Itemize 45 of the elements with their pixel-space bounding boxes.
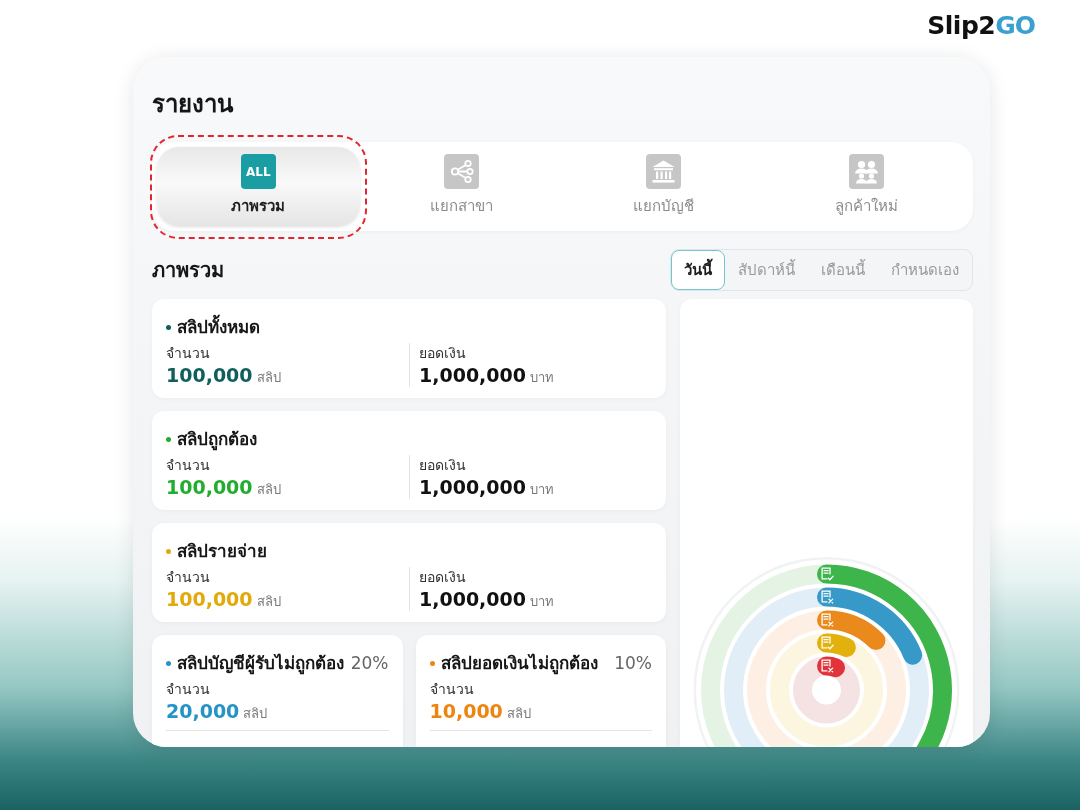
section-title: ภาพรวม bbox=[152, 257, 224, 284]
stat-label: จำนวน bbox=[166, 344, 210, 363]
stat-label: จำนวน bbox=[166, 456, 210, 475]
card-title: สลิปรายจ่าย bbox=[177, 540, 267, 563]
people-icon bbox=[849, 154, 885, 189]
period-tab[interactable]: เดือนนี้ bbox=[808, 250, 878, 290]
percent-label: 20% bbox=[350, 652, 389, 675]
page-title: รายงาน bbox=[152, 89, 233, 120]
tab[interactable]: ลูกค้าใหม่ bbox=[765, 147, 968, 226]
stat-label: ยอดเงิน bbox=[419, 456, 466, 475]
card-title: สลิปบัญชีผู้รับไม่ถูกต้อง bbox=[177, 652, 344, 675]
period-tab[interactable]: กำหนดเอง bbox=[878, 250, 972, 290]
stat-value: 20,000 bbox=[166, 699, 240, 723]
unit-label: บาท bbox=[530, 369, 554, 387]
unit-label: สลิป bbox=[256, 593, 281, 611]
stat-value: 1,000,000 bbox=[419, 475, 526, 499]
stat-label: จำนวน bbox=[429, 680, 474, 699]
stat-value: 100,000 bbox=[166, 363, 253, 387]
bank-icon bbox=[646, 154, 682, 189]
card-title: สลิปยอดเงินไม่ถูกต้อง bbox=[440, 652, 598, 675]
card-title: สลิปถูกต้อง bbox=[177, 428, 257, 451]
unit-label: สลิป bbox=[243, 705, 268, 723]
stat-label: ยอดเงิน bbox=[419, 568, 466, 587]
stat-label: จำนวน bbox=[166, 568, 210, 587]
unit-label: บาท bbox=[530, 593, 554, 611]
brand-logo: Slip2GO bbox=[927, 10, 1035, 41]
stat-label: ยอดเงิน bbox=[419, 344, 466, 363]
unit-label: สลิป bbox=[256, 481, 281, 499]
card-title: สลิปทั้งหมด bbox=[177, 315, 260, 339]
unit-label: บาท bbox=[530, 481, 554, 499]
unit-label: สลิป bbox=[506, 705, 531, 723]
tab[interactable]: แยกสาขา bbox=[359, 147, 563, 226]
period-tab[interactable]: วันนี้ bbox=[671, 250, 725, 290]
branch-nodes-icon bbox=[443, 154, 479, 189]
all-badge: ALL bbox=[240, 154, 276, 189]
stat-value: 1,000,000 bbox=[419, 587, 526, 611]
unit-label: สลิป bbox=[256, 369, 281, 387]
tab[interactable]: แยกบัญชี bbox=[562, 147, 766, 226]
period-tab[interactable]: สัปดาห์นี้ bbox=[725, 250, 808, 290]
stat-value: 10,000 bbox=[429, 699, 503, 723]
stat-value: 100,000 bbox=[166, 475, 253, 499]
stat-value: 1,000,000 bbox=[419, 363, 526, 387]
stat-label: จำนวน bbox=[166, 680, 210, 699]
percent-label: 10% bbox=[614, 652, 652, 675]
stat-value: 100,000 bbox=[166, 587, 253, 611]
